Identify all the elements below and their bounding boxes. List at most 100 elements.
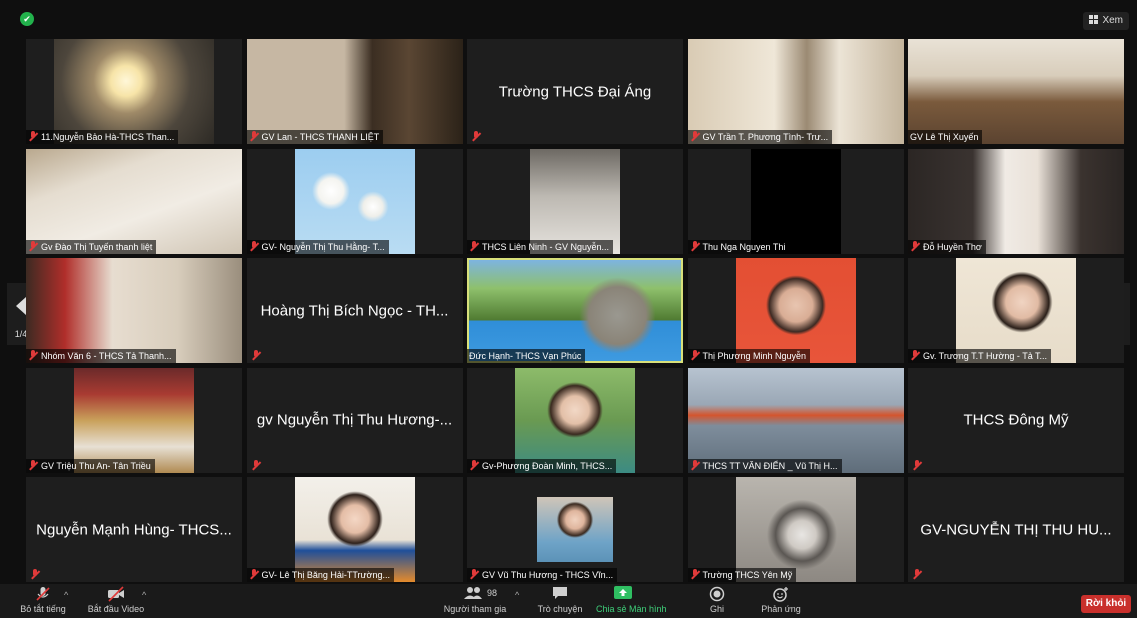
record-button[interactable]: Ghi — [699, 586, 735, 614]
start-video-button[interactable]: Bắt đầu Video — [84, 586, 148, 614]
view-button[interactable]: Xem — [1083, 12, 1129, 30]
participant-tile[interactable]: Trường THCS Đại Áng — [467, 39, 683, 144]
participant-name: GV Trần T. Phương Tình- Trư... — [687, 130, 833, 144]
participant-name: Thu Nga Nguyen Thi — [687, 239, 790, 254]
record-icon — [699, 586, 735, 602]
participant-tile[interactable]: Gv-Phương Đoàn Minh, THCS... — [467, 367, 683, 473]
muted-mic-icon — [28, 459, 38, 470]
reactions-button[interactable]: Phản ứng — [755, 586, 807, 614]
participant-tile[interactable]: Hoàng Thị Bích Ngọc - TH... — [246, 258, 463, 363]
meeting-toolbar: Bỏ tắt tiếng ^ Bắt đầu Video ^ 98 Người … — [0, 584, 1137, 618]
participant-tile-active-speaker[interactable]: Đức Hạnh- THCS Vạn Phúc — [467, 258, 683, 363]
participant-tile[interactable]: GV- Lê Thị Băng Hải-TTrường... — [246, 477, 463, 582]
video-gallery: 11.Nguyễn Bảo Hà-THCS Than... GV Lan - T… — [26, 39, 1124, 583]
muted-mic-icon — [690, 459, 700, 470]
participant-name: GV Vũ Thu Hương - THCS Vĩn... — [467, 568, 618, 582]
participant-name: Gv Đào Thị Tuyến thanh liệt — [26, 239, 157, 254]
participant-tile[interactable]: Đỗ Huyền Thơ — [908, 148, 1124, 254]
participant-name: Đức Hạnh- THCS Vạn Phúc — [467, 349, 586, 363]
arrow-left-icon — [16, 297, 26, 315]
participant-video — [908, 39, 1124, 144]
participant-tile[interactable]: Trường THCS Yên Mỹ — [687, 477, 904, 582]
participants-count: 98 — [487, 588, 498, 598]
participant-tile[interactable]: GV- Nguyễn Thị Thu Hằng- T... — [246, 148, 463, 254]
participant-tile[interactable]: Nhóm Văn 6 - THCS Tả Thanh... — [26, 258, 242, 363]
participant-tile[interactable]: GV-NGUYỄN THỊ THU HU... — [908, 477, 1124, 582]
participant-name-placeholder: Trường THCS Đại Áng — [498, 83, 652, 100]
participants-button[interactable]: 98 Người tham gia — [440, 586, 510, 614]
muted-mic-icon — [249, 131, 259, 141]
participant-tile[interactable]: THCS TT VĂN ĐIỂN _ Vũ Thị H... — [687, 367, 904, 473]
participant-name: Đỗ Huyền Thơ — [908, 239, 986, 254]
participant-video — [956, 258, 1076, 363]
participant-tile[interactable]: Gv Đào Thị Tuyến thanh liệt — [26, 148, 242, 254]
participant-tile[interactable]: GV Lan - THCS THANH LIỆT — [246, 39, 463, 144]
participant-name: Gv. Trương T.T Hường - Tả T... — [908, 349, 1052, 363]
chat-icon — [530, 586, 590, 602]
muted-mic-icon — [912, 569, 922, 579]
participant-name: 11.Nguyễn Bảo Hà-THCS Than... — [26, 130, 179, 144]
participant-video — [735, 477, 856, 582]
muted-mic-icon — [469, 240, 479, 251]
participant-video — [735, 258, 856, 363]
participant-name: Thị Phương Minh Nguyễn — [687, 349, 810, 363]
participant-tile[interactable]: Thị Phương Minh Nguyễn — [687, 258, 904, 363]
participant-name-placeholder: THCS Đông Mỹ — [963, 411, 1069, 429]
participant-tile[interactable]: GV Triệu Thu An- Tân Triều — [26, 367, 242, 473]
leave-meeting-button[interactable]: Rời khỏi — [1081, 595, 1131, 613]
muted-mic-icon — [910, 350, 920, 360]
video-options-chevron-icon[interactable]: ^ — [142, 590, 146, 600]
participant-name: Gv-Phương Đoàn Minh, THCS... — [467, 458, 617, 473]
participant-video — [26, 148, 242, 254]
muted-mic-icon — [471, 131, 481, 141]
participant-video — [469, 260, 681, 361]
participant-video — [750, 148, 841, 254]
participant-name: Nhóm Văn 6 - THCS Tả Thanh... — [26, 349, 176, 363]
muted-mic-icon — [251, 350, 261, 360]
audio-options-chevron-icon[interactable]: ^ — [64, 590, 68, 600]
participant-tile[interactable]: GV Vũ Thu Hương - THCS Vĩn... — [467, 477, 683, 582]
chat-button[interactable]: Trò chuyện — [530, 586, 590, 614]
participant-tile[interactable]: Gv. Trương T.T Hường - Tả T... — [908, 258, 1124, 363]
participant-video — [687, 39, 904, 144]
muted-mic-icon — [249, 569, 259, 579]
security-shield-icon[interactable]: ✔ — [20, 12, 34, 26]
video-off-icon — [84, 586, 148, 602]
participant-name: GV- Nguyễn Thị Thu Hằng- T... — [246, 239, 389, 254]
participant-video — [537, 497, 613, 562]
participant-name: GV Lê Thị Xuyến — [908, 130, 983, 144]
participant-name: THCS TT VĂN ĐIỂN _ Vũ Thị H... — [687, 458, 842, 473]
participant-name-placeholder: GV-NGUYỄN THỊ THU HU... — [920, 521, 1112, 538]
muted-mic-icon — [690, 240, 700, 251]
share-screen-icon — [596, 586, 650, 602]
participant-tile[interactable]: Nguyễn Mạnh Hùng- THCS... — [26, 477, 242, 582]
participant-name-placeholder: Nguyễn Mạnh Hùng- THCS... — [36, 521, 232, 538]
participant-tile[interactable]: 11.Nguyễn Bảo Hà-THCS Than... — [26, 39, 242, 144]
participant-video — [74, 367, 194, 473]
muted-mic-icon — [690, 131, 700, 141]
participant-video — [908, 148, 1124, 254]
muted-mic-icon — [28, 350, 38, 360]
participant-video — [294, 477, 415, 582]
participant-video — [294, 148, 415, 254]
participant-video — [515, 367, 635, 473]
muted-mic-icon — [249, 240, 259, 251]
participants-options-chevron-icon[interactable]: ^ — [515, 590, 519, 600]
muted-mic-icon — [910, 240, 920, 251]
muted-mic-icon — [28, 131, 38, 141]
participant-name: GV Triệu Thu An- Tân Triều — [26, 458, 155, 473]
participant-name-placeholder: Hoàng Thị Bích Ngọc - TH... — [260, 302, 449, 319]
muted-mic-icon — [28, 240, 38, 251]
participant-tile[interactable]: GV Lê Thị Xuyến — [908, 39, 1124, 144]
participant-tile[interactable]: gv Nguyễn Thị Thu Hương-... — [246, 367, 463, 473]
participant-name: GV- Lê Thị Băng Hải-TTrường... — [246, 568, 394, 582]
participant-tile[interactable]: THCS Đông Mỹ — [908, 367, 1124, 473]
participant-tile[interactable]: Thu Nga Nguyen Thi — [687, 148, 904, 254]
participant-tile[interactable]: THCS Liên Ninh - GV Nguyễn... — [467, 148, 683, 254]
muted-mic-icon — [30, 569, 40, 579]
share-screen-button[interactable]: Chia sẻ Màn hình — [596, 586, 667, 614]
participant-name-placeholder: gv Nguyễn Thị Thu Hương-... — [256, 411, 453, 429]
participant-video — [26, 258, 242, 363]
muted-mic-icon — [690, 569, 700, 579]
participant-tile[interactable]: GV Trần T. Phương Tình- Trư... — [687, 39, 904, 144]
